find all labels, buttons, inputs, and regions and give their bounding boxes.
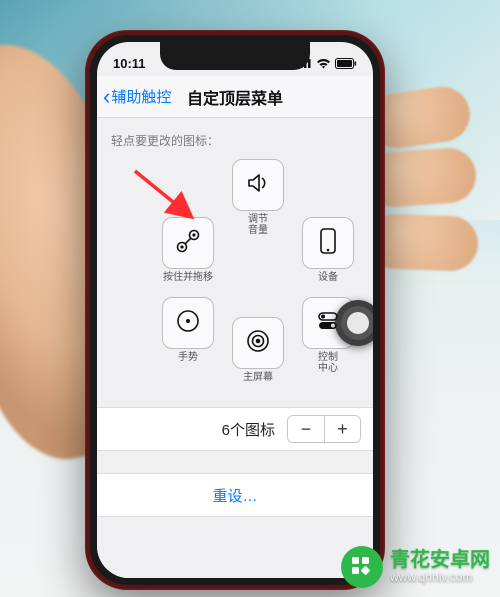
- section-hint: 轻点要更改的图标：: [97, 118, 373, 159]
- watermark-logo-icon: [340, 545, 384, 589]
- menu-item-device[interactable]: 设备: [299, 217, 357, 283]
- icon-count-row: 6个图标 − +: [97, 407, 373, 451]
- wifi-icon: [316, 58, 331, 69]
- watermark-title: 青花安卓网: [390, 549, 490, 571]
- watermark: 青花安卓网 www.qhhlv.com: [340, 545, 490, 589]
- assistive-touch-button[interactable]: [335, 300, 373, 346]
- icon-count-label: 6个图标: [222, 419, 275, 440]
- stepper-plus[interactable]: +: [324, 416, 360, 442]
- watermark-url: www.qhhlv.com: [390, 571, 490, 584]
- back-button[interactable]: ‹ 辅助触控: [103, 76, 171, 117]
- phone: 10:11 ‹: [85, 30, 385, 590]
- menu-item-home[interactable]: 主屏幕: [229, 317, 287, 383]
- home-icon: [243, 326, 273, 361]
- device-icon: [315, 226, 341, 261]
- icon-grid: 调节 音量 按住并拖移: [101, 159, 369, 389]
- reset-button[interactable]: 重设…: [97, 473, 373, 517]
- pinch-icon: [173, 226, 203, 261]
- icon-count-stepper: − +: [287, 415, 361, 443]
- volume-icon: [244, 169, 272, 202]
- menu-item-gestures[interactable]: 手势: [159, 297, 217, 363]
- back-label: 辅助触控: [111, 86, 171, 107]
- battery-icon: [335, 58, 357, 69]
- nav-bar: ‹ 辅助触控 自定顶层菜单: [97, 76, 373, 118]
- stepper-minus[interactable]: −: [288, 416, 324, 442]
- status-time: 10:11: [113, 56, 146, 71]
- notch: [160, 42, 310, 70]
- page-title: 自定顶层菜单: [187, 85, 283, 109]
- chevron-left-icon: ‹: [103, 86, 110, 108]
- menu-item-volume[interactable]: 调节 音量: [229, 159, 287, 236]
- gestures-icon: [173, 306, 203, 341]
- menu-item-pinch[interactable]: 按住并拖移: [159, 217, 217, 283]
